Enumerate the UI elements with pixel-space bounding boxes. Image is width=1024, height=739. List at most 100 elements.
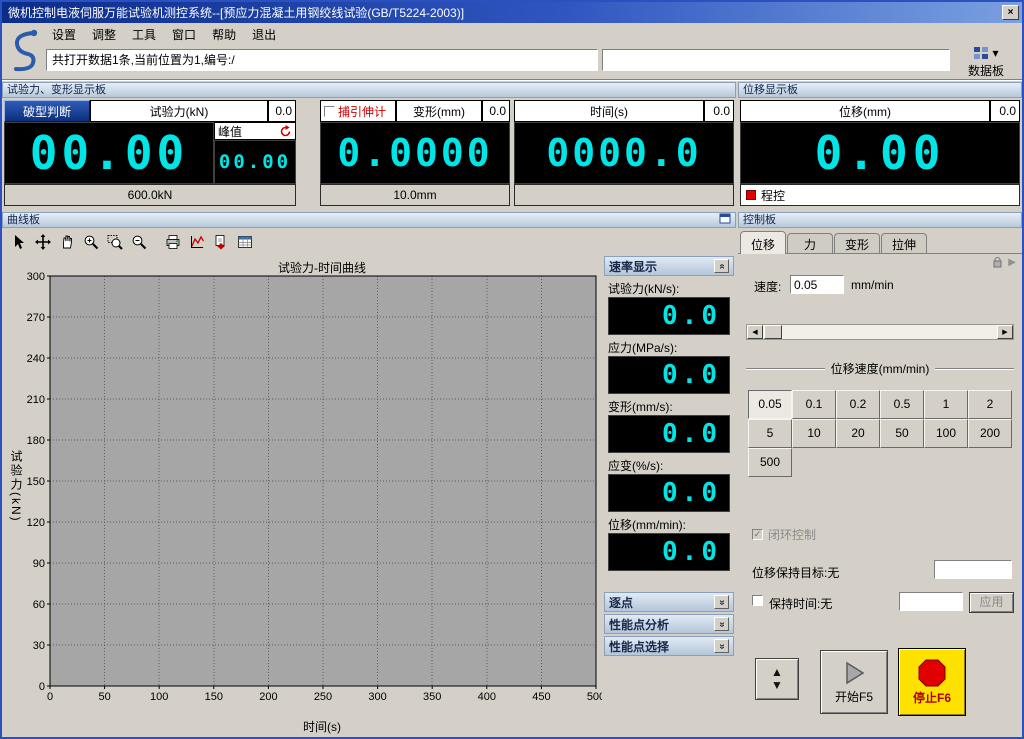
tab-deform[interactable]: 变形	[834, 233, 880, 253]
move-crosshair-icon[interactable]	[32, 232, 53, 253]
apply-button[interactable]: 应用	[969, 592, 1014, 613]
expand-button[interactable]: »	[714, 639, 729, 653]
rate-display: 0.0	[608, 474, 730, 512]
rate-display: 0.0	[608, 533, 730, 571]
zoom-window-icon[interactable]	[104, 232, 125, 253]
svg-text:120: 120	[27, 517, 45, 529]
menu-help[interactable]: 帮助	[204, 24, 244, 45]
speed-preset-button[interactable]: 100	[924, 419, 968, 448]
speed-preset-button[interactable]: 20	[836, 419, 880, 448]
app-logo-icon	[4, 25, 42, 77]
speed-preset-grid: 0.05 0.1 0.2 0.5 1 2 5 10 20 50 100 200 …	[748, 390, 1012, 477]
speed-preset-button[interactable]: 2	[968, 390, 1012, 419]
section-pointwise[interactable]: 逐点 »	[604, 592, 734, 612]
dropdown-icon[interactable]: ▾	[992, 46, 998, 60]
svg-text:90: 90	[33, 558, 45, 570]
svg-text:240: 240	[27, 353, 45, 365]
curve-chart-icon[interactable]	[186, 232, 207, 253]
rate-panel-header: 速率显示 »	[604, 256, 734, 276]
legend-line	[935, 368, 1014, 369]
rate-display: 0.0	[608, 356, 730, 394]
tab-force[interactable]: 力	[787, 233, 833, 253]
stop-button[interactable]: 停止F6	[898, 648, 966, 716]
speed-preset-button[interactable]: 200	[968, 419, 1012, 448]
hold-time-label: 保持时间:无	[769, 595, 832, 612]
menu-exit[interactable]: 退出	[244, 24, 284, 45]
speed-scrollbar[interactable]: ◀ ▶	[746, 324, 1014, 340]
pointer-icon[interactable]	[8, 232, 29, 253]
aux-field[interactable]	[602, 49, 950, 71]
speed-label: 速度:	[754, 278, 781, 295]
hold-time-checkbox[interactable]	[752, 595, 763, 606]
displacement-panel-header: 位移显示板	[738, 82, 1022, 98]
menu-settings[interactable]: 设置	[44, 24, 84, 45]
titlebar: 微机控制电液伺服万能试验机测控系统--[预应力混凝土用钢绞线试验(GB/T522…	[2, 2, 1022, 23]
collapse-button[interactable]: »	[714, 259, 729, 273]
float-window-icon[interactable]	[719, 213, 731, 228]
svg-text:60: 60	[33, 599, 45, 611]
speed-preset-button[interactable]: 0.05	[748, 390, 792, 419]
data-status-field[interactable]: 共打开数据1条,当前位置为1,编号:/	[46, 49, 598, 71]
print-icon[interactable]	[162, 232, 183, 253]
svg-text:500: 500	[587, 691, 602, 703]
rate-panel: 速率显示 » 试验力(kN/s): 0.0 应力(MPa/s): 0.0 变形(…	[604, 256, 734, 734]
displacement-panel: 位移显示板 位移(mm) 0.0 0.00 程控	[738, 82, 1022, 210]
pan-hand-icon[interactable]	[56, 232, 77, 253]
rate-display: 0.0	[608, 415, 730, 453]
databoard-button[interactable]: ▾ 数据板	[952, 44, 1020, 78]
program-control-label: 程控	[761, 187, 785, 204]
right-arrow-icon: ▶	[1002, 328, 1007, 336]
scroll-left-button[interactable]: ◀	[747, 325, 763, 339]
control-panel: 控制板 位移 力 变形 拉伸 ▶ 速度: mm/min ◀ ▶ 位移速度(mm/…	[738, 212, 1022, 737]
force-section: 破型判断 试验力(kN) 0.0 00.00 峰值 00.00 600.0kN	[4, 100, 296, 208]
speed-unit-label: mm/min	[851, 278, 894, 292]
stop-label: 停止F6	[913, 689, 951, 706]
speed-preset-button[interactable]: 50	[880, 419, 924, 448]
expand-arrow-icon[interactable]: ▶	[1008, 257, 1016, 268]
speed-preset-button[interactable]: 0.2	[836, 390, 880, 419]
tab-tension[interactable]: 拉伸	[881, 233, 927, 253]
closed-loop-label: 闭环控制	[768, 526, 816, 543]
closed-loop-checkbox[interactable]: ✓ 闭环控制	[752, 526, 816, 543]
extensometer-checkbox[interactable]: 捕引伸计	[320, 100, 396, 122]
break-judge-toggle[interactable]: 破型判断	[4, 100, 90, 122]
speed-preset-button[interactable]: 0.1	[792, 390, 836, 419]
zoom-in-icon[interactable]	[80, 232, 101, 253]
menu-tools[interactable]: 工具	[124, 24, 164, 45]
data-table-icon[interactable]	[234, 232, 255, 253]
scroll-thumb[interactable]	[764, 325, 782, 339]
tab-displacement[interactable]: 位移	[740, 231, 786, 254]
curve-panel: 曲线板 试验力-时间曲线 试验力(kN) 时间(s) 0501001502	[2, 212, 736, 737]
section-performance-analysis[interactable]: 性能点分析 »	[604, 614, 734, 634]
refresh-icon[interactable]	[279, 125, 292, 138]
time-bottom-strip	[514, 184, 734, 206]
section-performance-select[interactable]: 性能点选择 »	[604, 636, 734, 656]
speed-input[interactable]	[790, 275, 844, 294]
menu-window[interactable]: 窗口	[164, 24, 204, 45]
expand-button[interactable]: »	[714, 595, 729, 609]
svg-text:200: 200	[259, 691, 277, 703]
scroll-right-button[interactable]: ▶	[997, 325, 1013, 339]
expand-button[interactable]: »	[714, 617, 729, 631]
speed-preset-button[interactable]: 500	[748, 448, 792, 477]
hold-time-input[interactable]	[899, 592, 963, 611]
control-panel-title: 控制板	[743, 213, 776, 227]
curve-chart[interactable]: 0501001502002503003504004505000306090120…	[4, 256, 602, 734]
rate-label: 试验力(kN/s):	[608, 280, 730, 295]
speed-preset-button[interactable]: 1	[924, 390, 968, 419]
lock-icon[interactable]	[992, 256, 1003, 268]
zoom-out-icon[interactable]	[128, 232, 149, 253]
hold-target-input[interactable]	[934, 560, 1012, 579]
start-button[interactable]: 开始F5	[820, 650, 888, 714]
close-button[interactable]: ×	[1002, 5, 1019, 20]
displacement-small-value: 0.0	[990, 100, 1020, 122]
speed-preset-button[interactable]: 10	[792, 419, 836, 448]
speed-preset-button[interactable]: 0.5	[880, 390, 924, 419]
export-data-icon[interactable]	[210, 232, 231, 253]
speed-preset-button[interactable]: 5	[748, 419, 792, 448]
menu-adjust[interactable]: 调整	[84, 24, 124, 45]
displacement-header: 位移(mm)	[740, 100, 990, 122]
jog-up-down-button[interactable]: ▲ ▼	[755, 658, 799, 700]
displacement-panel-title: 位移显示板	[743, 83, 798, 97]
checkbox-icon[interactable]	[324, 106, 335, 117]
